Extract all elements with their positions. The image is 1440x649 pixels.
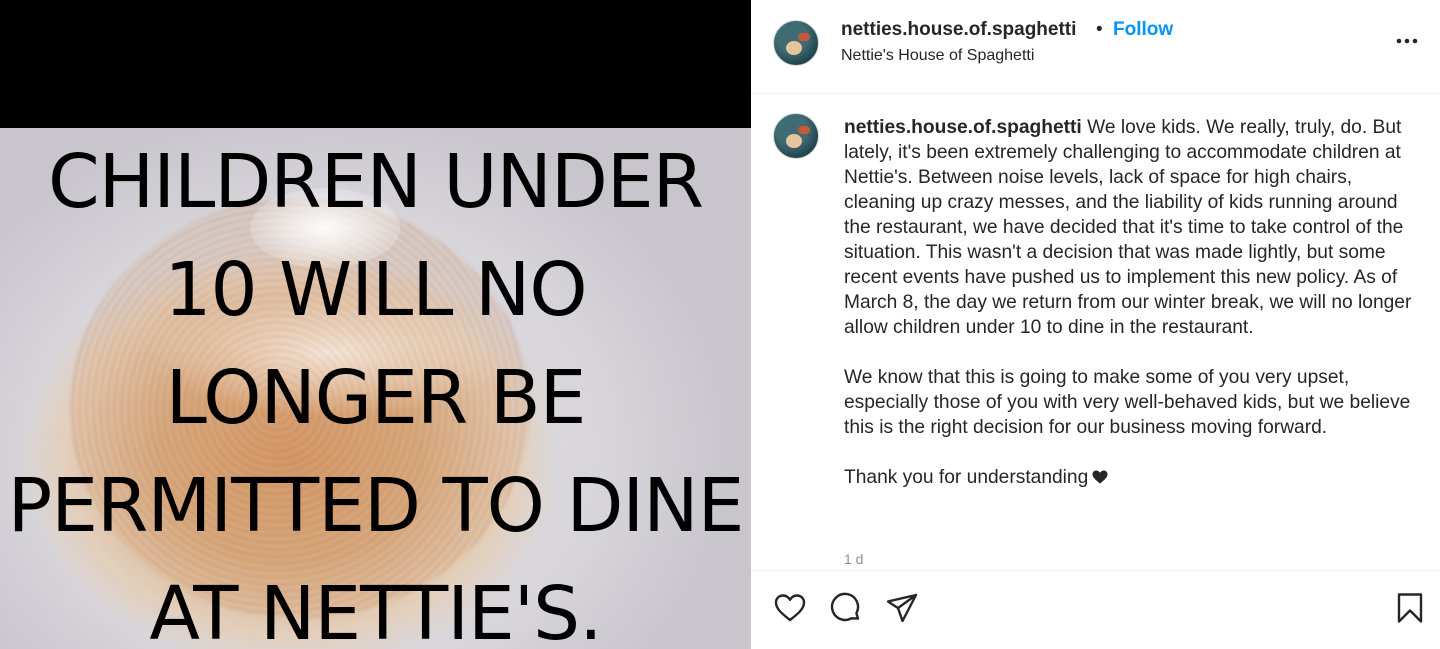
caption-paragraph: We know that this is going to make some … [844, 367, 1411, 438]
caption-username[interactable]: netties.house.of.spaghetti [844, 117, 1082, 138]
comments-area[interactable]: netties.house.of.spaghetti We love kids.… [751, 95, 1440, 570]
avatar[interactable] [773, 20, 819, 66]
headline-line: PERMITTED TO DINE [7, 463, 745, 549]
action-bar [751, 570, 1440, 649]
follow-button[interactable]: Follow [1113, 19, 1173, 41]
black-heart-icon [1092, 470, 1108, 484]
paper-plane-icon[interactable] [885, 591, 919, 625]
headline-line: CHILDREN UNDER [47, 139, 704, 225]
caption-paragraph: Thank you for understanding [844, 465, 1414, 490]
post-timestamp[interactable]: 1 d [844, 551, 863, 567]
image-headline-text: CHILDREN UNDER 10 WILL NO LONGER BE PERM… [0, 128, 751, 649]
headline-line: 10 WILL NO [164, 247, 587, 333]
header-display-name[interactable]: Nettie's House of Spaghetti [841, 47, 1034, 65]
header-username[interactable]: netties.house.of.spaghetti [841, 19, 1076, 41]
caption-text: We love kids. We really, truly, do. But … [844, 117, 1412, 338]
post-caption: netties.house.of.spaghetti We love kids.… [844, 115, 1414, 490]
headline-line: AT NETTIE'S. [149, 571, 602, 649]
post-media[interactable]: CHILDREN UNDER 10 WILL NO LONGER BE PERM… [0, 0, 751, 649]
heart-outline-icon[interactable] [773, 591, 807, 625]
headline-line: LONGER BE [165, 355, 587, 441]
post-header: netties.house.of.spaghetti • Follow Nett… [751, 0, 1440, 94]
caption-paragraph: netties.house.of.spaghetti We love kids.… [844, 115, 1414, 340]
more-horizontal-icon[interactable] [1394, 28, 1420, 54]
post-sidebar: netties.house.of.spaghetti • Follow Nett… [751, 0, 1440, 649]
bookmark-icon[interactable] [1393, 591, 1427, 625]
separator-dot: • [1096, 19, 1103, 40]
comment-bubble-icon[interactable] [829, 591, 863, 625]
caption-avatar[interactable] [773, 113, 819, 159]
caption-text: Thank you for understanding [844, 467, 1089, 488]
